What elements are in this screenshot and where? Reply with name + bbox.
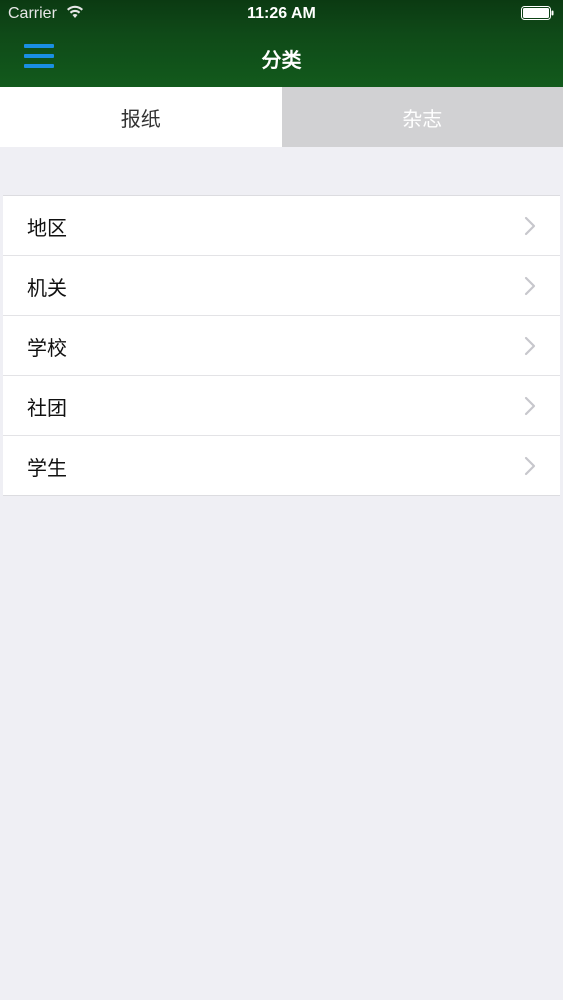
list-item-label: 学生 — [27, 456, 67, 480]
page-title: 分类 — [261, 48, 302, 72]
chevron-right-icon — [524, 276, 536, 296]
tab-magazine[interactable]: 杂志 — [281, 87, 563, 147]
navigation-bar: 分类 — [0, 28, 563, 87]
status-bar: Carrier 11:26 AM — [0, 0, 563, 28]
list-item-region[interactable]: 地区 — [3, 196, 560, 256]
chevron-right-icon — [524, 336, 536, 356]
tab-newspaper[interactable]: 报纸 — [0, 87, 282, 147]
segmented-tabs: 报纸 杂志 — [0, 87, 563, 147]
status-time: 11:26 AM — [247, 5, 316, 22]
list-item-school[interactable]: 学校 — [3, 316, 560, 376]
header: Carrier 11:26 AM 分类 — [0, 0, 563, 87]
list-item-student[interactable]: 学生 — [3, 436, 560, 495]
list-item-association[interactable]: 社团 — [3, 376, 560, 436]
battery-icon — [521, 6, 554, 20]
category-list: 地区 机关 学校 社团 学生 — [3, 195, 560, 496]
chevron-right-icon — [524, 456, 536, 476]
list-item-label: 学校 — [27, 336, 67, 360]
list-item-label: 机关 — [27, 276, 67, 300]
chevron-right-icon — [524, 216, 536, 236]
list-item-government[interactable]: 机关 — [3, 256, 560, 316]
list-item-label: 社团 — [27, 396, 67, 420]
chevron-right-icon — [524, 396, 536, 416]
list-item-label: 地区 — [27, 216, 67, 240]
